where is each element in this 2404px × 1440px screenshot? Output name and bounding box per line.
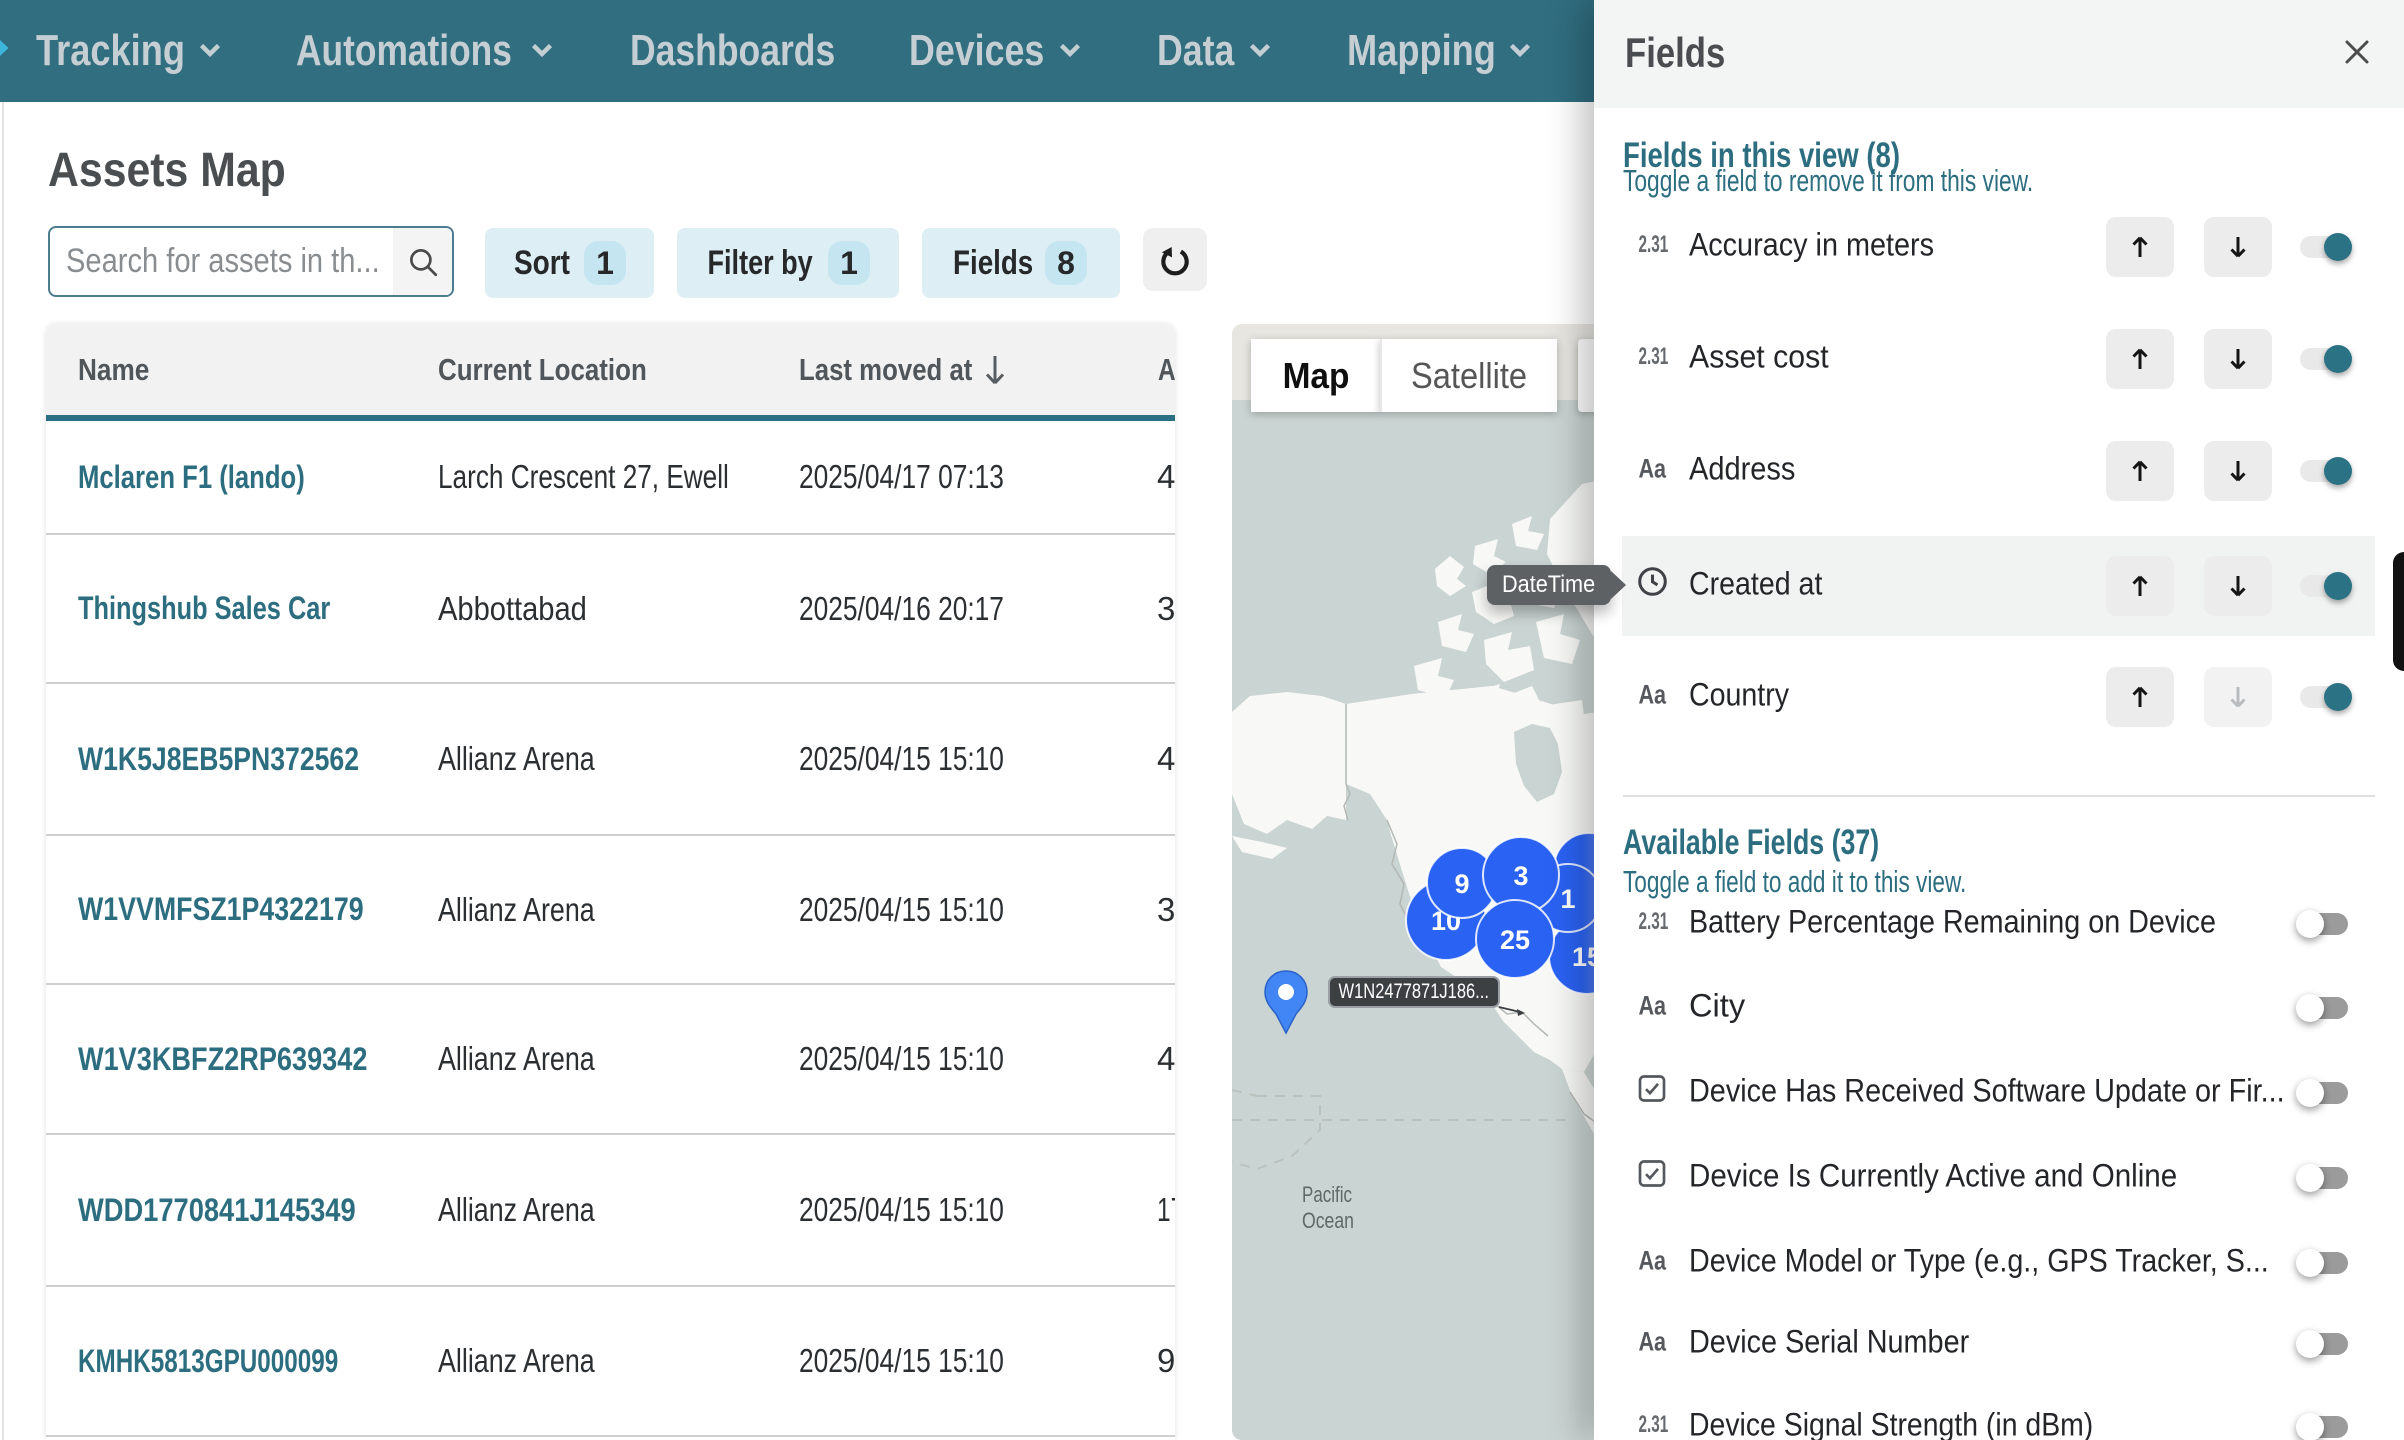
svg-text:1: 1	[1560, 884, 1575, 914]
svg-text:9: 9	[1454, 869, 1469, 899]
svg-text:Ocean: Ocean	[1302, 1208, 1354, 1233]
svg-text:25: 25	[1500, 925, 1530, 955]
svg-text:Pacific: Pacific	[1302, 1182, 1352, 1207]
svg-text:3: 3	[1513, 861, 1528, 891]
